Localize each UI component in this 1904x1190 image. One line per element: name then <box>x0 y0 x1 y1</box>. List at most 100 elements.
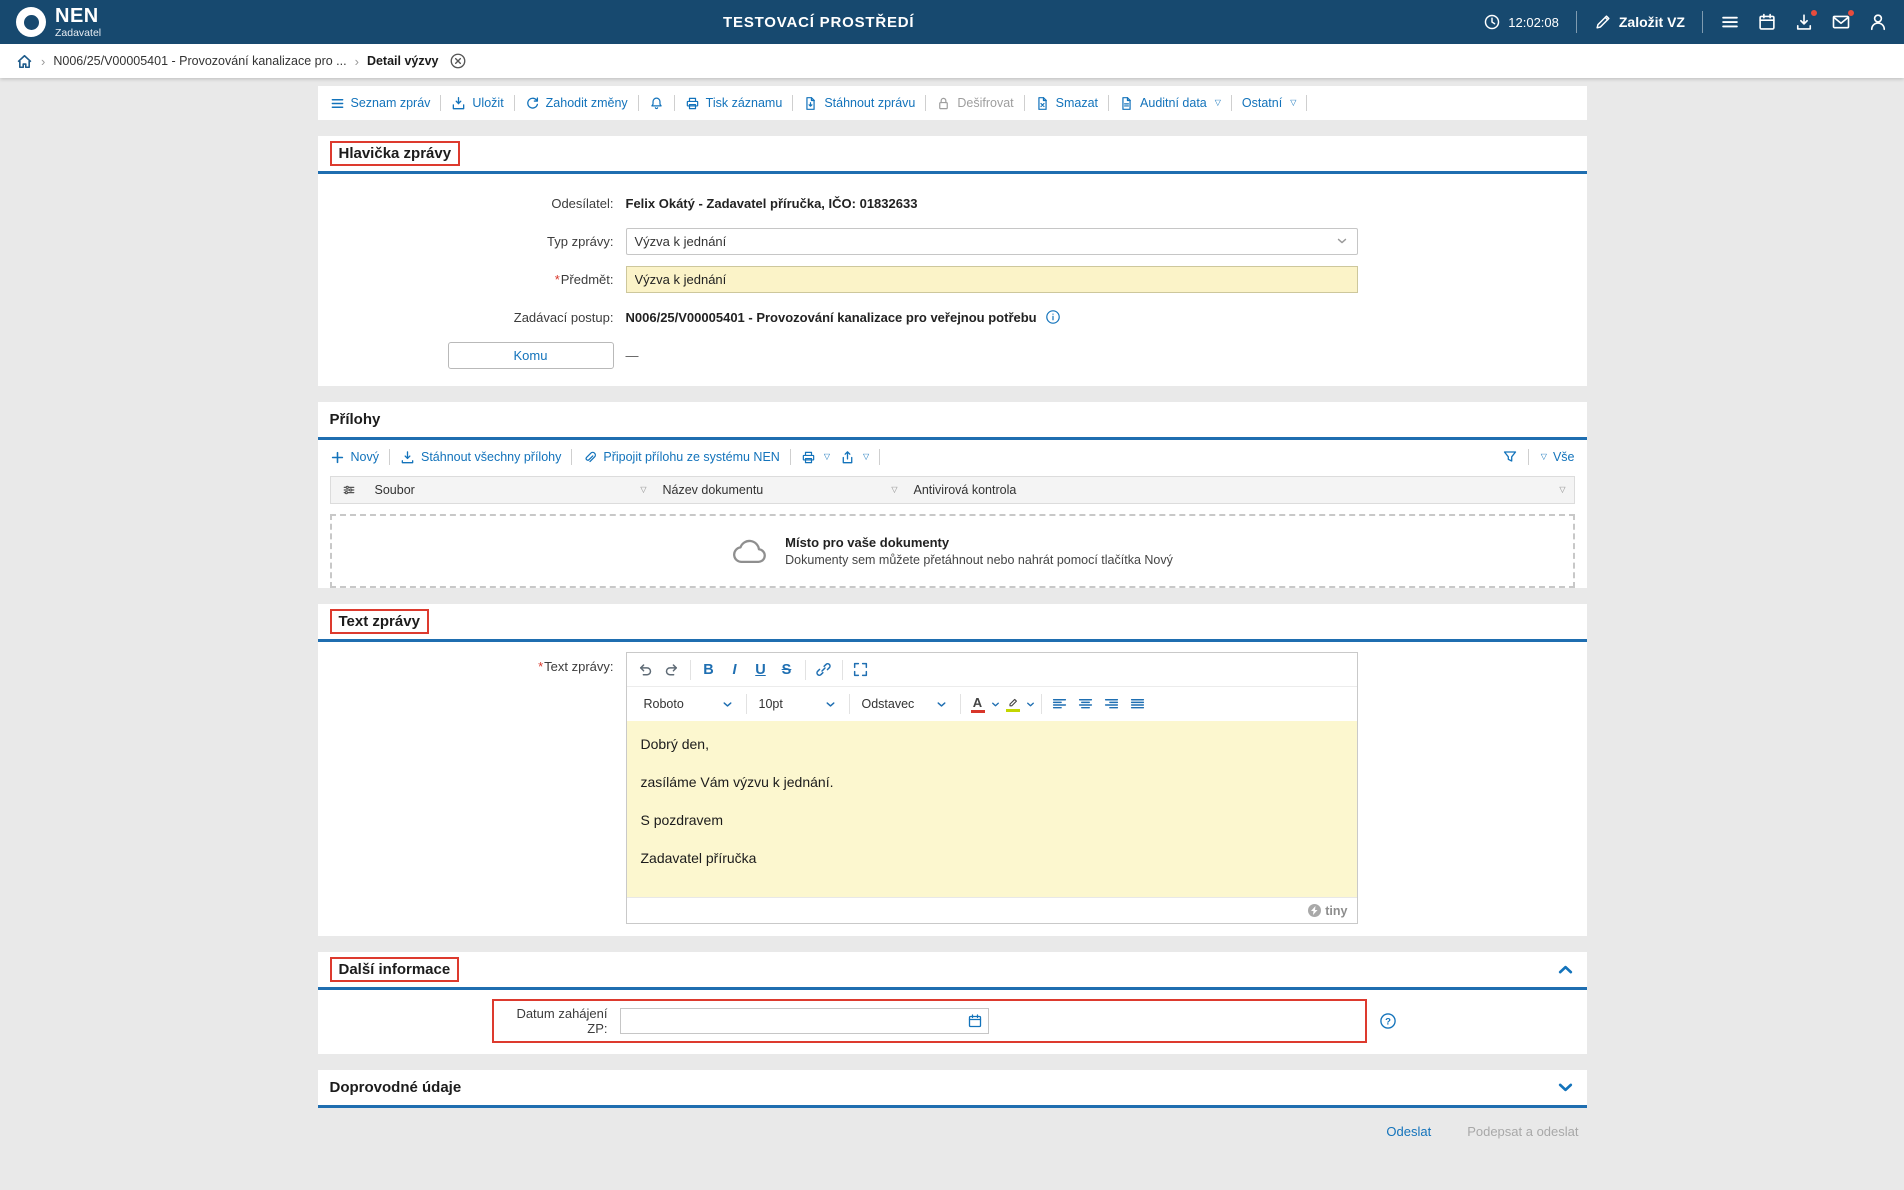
tiny-logo-icon <box>1308 904 1321 917</box>
user-icon[interactable] <box>1868 12 1888 32</box>
podepsat-a-odeslat-button[interactable]: Podepsat a odeslat <box>1467 1124 1578 1139</box>
bold-icon[interactable]: B <box>696 657 722 683</box>
chevron-down-icon[interactable] <box>1556 1078 1575 1097</box>
tisk-zaznamu-button[interactable]: Tisk záznamu <box>685 96 783 111</box>
ulozit-button[interactable]: Uložit <box>451 96 503 111</box>
paragraph-format-select[interactable]: Odstavec <box>855 691 955 717</box>
create-vz-button[interactable]: Založit VZ <box>1594 13 1685 31</box>
komu-button[interactable]: Komu <box>448 342 614 369</box>
editor-divider <box>690 660 691 680</box>
download-icon[interactable] <box>1794 12 1814 32</box>
toolbar-divider <box>790 449 791 465</box>
footer-actions: Odeslat Podepsat a odeslat <box>318 1122 1587 1139</box>
text-color-icon[interactable]: A <box>966 691 990 717</box>
breadcrumb-parent[interactable]: N006/25/V00005401 - Provozování kanaliza… <box>53 54 346 68</box>
column-filter-caret-icon[interactable]: ▽ <box>891 486 897 494</box>
align-center-icon[interactable] <box>1073 691 1099 717</box>
toolbar-divider <box>514 95 515 111</box>
typ-zpravy-label: Typ zprávy: <box>318 234 626 249</box>
clock-icon <box>1483 13 1501 31</box>
section-body: Datum zahájení ZP: ? <box>318 990 1587 1054</box>
column-filter-caret-icon[interactable]: ▽ <box>1559 486 1565 494</box>
highlight-color-icon[interactable] <box>1001 691 1025 717</box>
ostatni-button[interactable]: Ostatní ▽ <box>1242 96 1296 110</box>
form-row-odesilatel: Odesílatel: Felix Okátý - Zadavatel přír… <box>318 184 1587 222</box>
section-title: Text zprávy <box>330 609 429 634</box>
stahnout-vsechny-prilohy-button[interactable]: Stáhnout všechny přílohy <box>400 450 561 465</box>
align-left-icon[interactable] <box>1047 691 1073 717</box>
strikethrough-icon[interactable]: S <box>774 657 800 683</box>
caret-down-icon: ▽ <box>863 453 869 461</box>
smazat-button[interactable]: Smazat <box>1035 96 1098 111</box>
section-prilohy: Přílohy Nový Stáhnout všechny přílohy Př… <box>318 402 1587 588</box>
font-size-select[interactable]: 10pt <box>752 691 844 717</box>
notifications-button[interactable] <box>649 96 664 111</box>
underline-icon[interactable]: U <box>748 657 774 683</box>
section-body: *Text zprávy: B I U S <box>318 642 1587 936</box>
chevron-down-icon[interactable] <box>990 699 1001 710</box>
column-header-nazev-dokumentu[interactable]: Název dokumentu ▽ <box>655 477 906 503</box>
calendar-icon[interactable] <box>1757 12 1777 32</box>
novy-button[interactable]: Nový <box>330 450 379 465</box>
datum-zahajeni-validation-group: Datum zahájení ZP: <box>492 999 1367 1043</box>
editor-paragraph: zasíláme Vám výzvu k jednání. <box>641 775 1343 790</box>
breadcrumb: › N006/25/V00005401 - Provozování kanali… <box>0 44 1904 78</box>
tiny-brand-label: tiny <box>1325 904 1347 918</box>
environment-title: TESTOVACÍ PROSTŘEDÍ <box>723 14 914 31</box>
editor-paragraph: S pozdravem <box>641 813 1343 828</box>
column-header-soubor[interactable]: Soubor ▽ <box>367 477 655 503</box>
redo-icon[interactable] <box>659 657 685 683</box>
datum-zahajeni-input[interactable] <box>620 1008 989 1034</box>
mail-icon[interactable] <box>1831 12 1851 32</box>
seznam-zprav-button[interactable]: Seznam zpráv <box>330 96 431 111</box>
topbar-divider <box>1576 11 1577 33</box>
editor-footer: tiny <box>627 897 1357 923</box>
info-icon[interactable] <box>1045 309 1061 325</box>
column-header-antivirova-kontrola[interactable]: Antivirová kontrola ▽ <box>906 477 1574 503</box>
zahodit-zmeny-button[interactable]: Zahodit změny <box>525 96 628 111</box>
form-row-komu: Komu — <box>318 336 1587 374</box>
toolbar-divider <box>1306 95 1307 111</box>
predmet-input[interactable] <box>626 266 1358 293</box>
link-icon[interactable] <box>811 657 837 683</box>
nen-brand[interactable]: NEN Zadavatel <box>16 6 101 39</box>
odesilatel-value: Felix Okátý - Zadavatel příručka, IČO: 0… <box>626 196 918 211</box>
odeslat-button[interactable]: Odeslat <box>1386 1124 1431 1139</box>
form-row-zadavaci-postup: Zadávací postup: N006/25/V00005401 - Pro… <box>318 298 1587 336</box>
italic-icon[interactable]: I <box>722 657 748 683</box>
lock-icon <box>936 96 951 111</box>
font-family-select[interactable]: Roboto <box>637 691 741 717</box>
grid-settings-icon[interactable] <box>342 483 356 497</box>
attachments-dropzone[interactable]: Místo pro vaše dokumenty Dokumenty sem m… <box>330 514 1575 588</box>
calendar-icon[interactable] <box>967 1013 983 1029</box>
align-right-icon[interactable] <box>1099 691 1125 717</box>
typ-zpravy-select[interactable]: Výzva k jednání <box>626 228 1358 255</box>
chevron-down-icon[interactable] <box>1025 699 1036 710</box>
export-attachments-button[interactable]: ▽ <box>840 450 869 465</box>
section-header: Další informace <box>318 952 1587 990</box>
print-attachments-button[interactable]: ▽ <box>801 450 830 465</box>
close-tab-icon[interactable] <box>449 52 467 70</box>
fullscreen-icon[interactable] <box>848 657 874 683</box>
help-icon[interactable]: ? <box>1379 1012 1397 1030</box>
undo-icon[interactable] <box>633 657 659 683</box>
stahnout-zpravu-button[interactable]: Stáhnout zprávu <box>803 96 915 111</box>
vse-filter-button[interactable]: ▽ Vše <box>1539 450 1575 464</box>
section-dalsi-informace: Další informace Datum zahájení ZP: ? <box>318 952 1587 1054</box>
column-filter-caret-icon[interactable]: ▽ <box>640 486 646 494</box>
align-justify-icon[interactable] <box>1125 691 1151 717</box>
home-icon[interactable] <box>16 53 33 70</box>
pripojit-prilohu-button[interactable]: Připojit přílohu ze systému NEN <box>582 450 779 465</box>
filter-icon[interactable] <box>1502 449 1518 465</box>
menu-icon[interactable] <box>1720 12 1740 32</box>
section-title: Hlavička zprávy <box>330 141 461 166</box>
chevron-up-icon[interactable] <box>1556 960 1575 979</box>
editor-content-area[interactable]: Dobrý den, zasíláme Vám výzvu k jednání.… <box>627 721 1357 897</box>
editor-toolbar-row2: Roboto 10pt Odstavec <box>627 687 1357 721</box>
topbar: NEN Zadavatel TESTOVACÍ PROSTŘEDÍ 12:02:… <box>0 0 1904 44</box>
toolbar-divider <box>638 95 639 111</box>
share-icon <box>840 450 855 465</box>
caret-down-icon: ▽ <box>824 453 830 461</box>
auditni-data-button[interactable]: Auditní data ▽ <box>1119 96 1221 111</box>
desifrovat-button[interactable]: Dešifrovat <box>936 96 1013 111</box>
